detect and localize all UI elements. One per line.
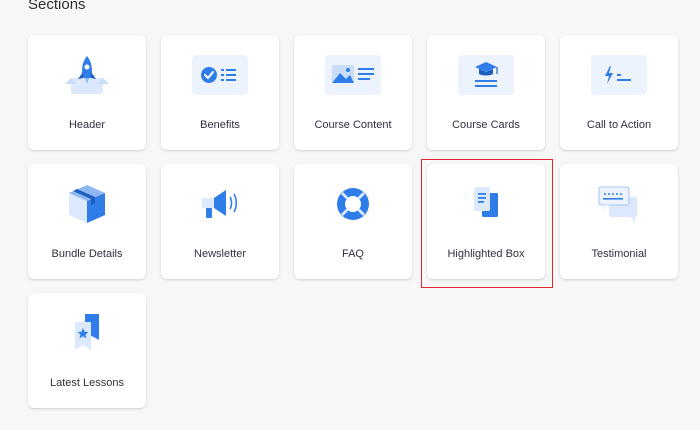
section-card-course-cards[interactable]: Course Cards	[427, 35, 545, 150]
section-card-course-content[interactable]: Course Content	[294, 35, 412, 150]
section-card-label: Highlighted Box	[447, 248, 525, 260]
rocket-icon	[52, 51, 122, 99]
documents-icon	[451, 180, 521, 228]
section-card-benefits[interactable]: Benefits	[161, 35, 279, 150]
section-card-header[interactable]: Header	[28, 35, 146, 150]
graduation-cap-card-icon	[451, 51, 521, 99]
section-card-latest-lessons[interactable]: Latest Lessons	[28, 293, 146, 408]
section-card-newsletter[interactable]: Newsletter	[161, 164, 279, 279]
section-card-label: Latest Lessons	[50, 377, 124, 389]
section-title: Sections	[28, 0, 86, 13]
box-bundle-icon	[52, 180, 122, 228]
section-card-label: Testimonial	[591, 248, 647, 260]
chat-bubbles-icon	[584, 180, 654, 228]
section-card-label: Course Content	[314, 119, 392, 131]
section-card-testimonial[interactable]: Testimonial	[560, 164, 678, 279]
section-card-label: Newsletter	[194, 248, 246, 260]
section-card-bundle-details[interactable]: Bundle Details	[28, 164, 146, 279]
section-card-label: Call to Action	[586, 119, 652, 131]
sections-panel: Sections Header Benefits Course Content …	[0, 0, 700, 430]
section-card-highlighted-box[interactable]: Highlighted Box	[427, 164, 545, 279]
benefits-list-icon	[185, 51, 255, 99]
bookmark-star-icon	[52, 309, 122, 357]
section-card-label: Header	[68, 119, 106, 131]
section-card-label: Course Cards	[452, 119, 520, 131]
section-card-label: Bundle Details	[51, 248, 123, 260]
section-card-label: Benefits	[200, 119, 240, 131]
lifebuoy-icon	[318, 180, 388, 228]
section-card-call-to-action[interactable]: Call to Action	[560, 35, 678, 150]
image-content-icon	[318, 51, 388, 99]
section-card-label: FAQ	[341, 248, 364, 260]
lightning-cta-icon	[584, 51, 654, 99]
section-card-faq[interactable]: FAQ	[294, 164, 412, 279]
megaphone-icon	[185, 180, 255, 228]
